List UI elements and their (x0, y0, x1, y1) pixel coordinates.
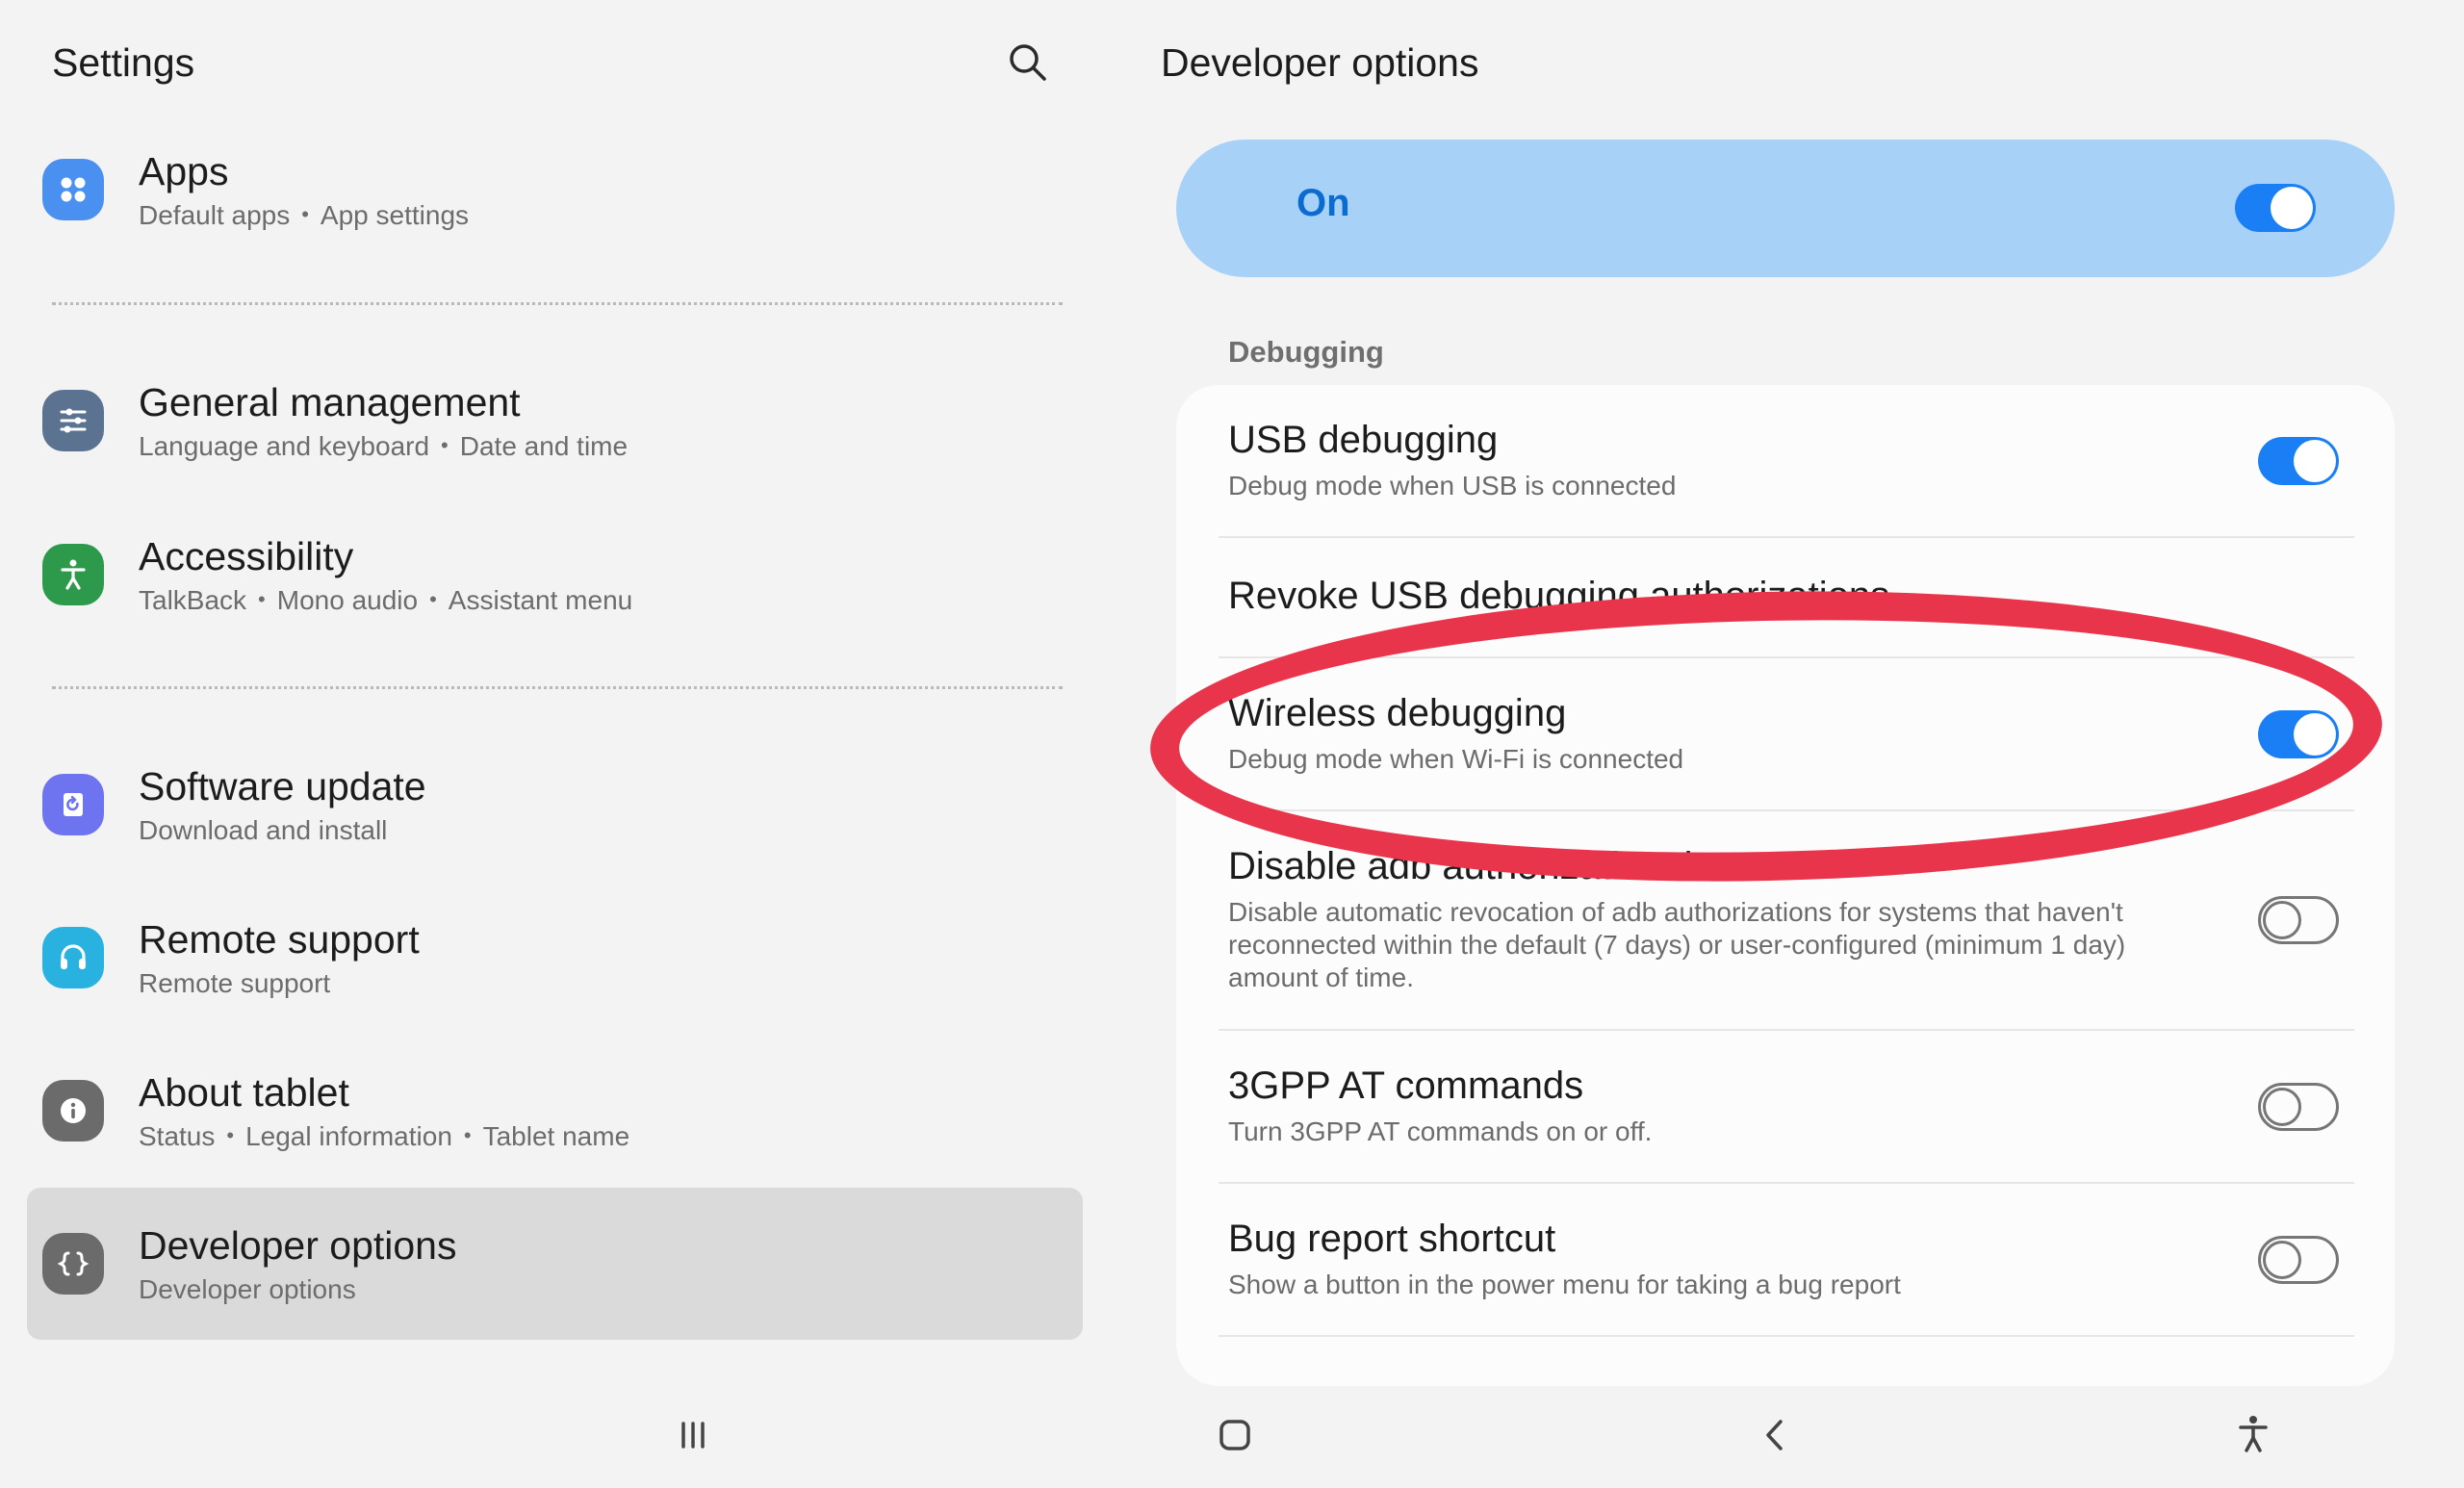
subtitle-part: Language and keyboard (139, 431, 430, 461)
subtitle-part: Date and time (459, 431, 629, 461)
setting-title: Bug report shortcut (1228, 1218, 1556, 1260)
settings-header: Settings (52, 27, 1084, 98)
search-icon (1010, 44, 1046, 81)
search-button[interactable] (1004, 38, 1052, 87)
disable-adb-timeout-toggle[interactable] (2258, 896, 2339, 944)
back-icon (1766, 1420, 1783, 1450)
bullet-separator: • (258, 587, 266, 611)
setting-usb-debugging[interactable]: USB debugging Debug mode when USB is con… (1176, 385, 2395, 536)
subtitle-part: TalkBack (139, 585, 247, 615)
accessibility-icon (42, 544, 104, 605)
menu-item-subtitle: Remote support (139, 968, 330, 999)
subtitle-part: Status (139, 1121, 216, 1151)
setting-subtitle: Debug mode when Wi-Fi is connected (1228, 744, 1684, 774)
menu-item-software-update[interactable]: Software update Download and install (27, 729, 1083, 881)
row-divider (1219, 1335, 2354, 1337)
3gpp-at-commands-toggle[interactable] (2258, 1083, 2339, 1131)
home-button[interactable] (1201, 1401, 1269, 1469)
setting-bug-report-shortcut[interactable]: Bug report shortcut Show a button in the… (1176, 1184, 2395, 1335)
home-icon (1219, 1420, 1250, 1450)
menu-item-remote-support[interactable]: Remote support Remote support (27, 882, 1083, 1034)
headset-icon (42, 927, 104, 988)
menu-item-subtitle: TalkBack • Mono audio • Assistant menu (139, 585, 632, 616)
menu-item-apps[interactable]: Apps Default apps • App settings (27, 114, 1083, 266)
toggle-knob (2263, 1241, 2301, 1279)
menu-item-title: Accessibility (139, 534, 354, 578)
menu-item-subtitle: Developer options (139, 1274, 356, 1305)
developer-options-pane: Developer options On Debugging USB debug… (1107, 0, 2464, 1386)
menu-item-title: General management (139, 380, 521, 424)
setting-wireless-debugging[interactable]: Wireless debugging Debug mode when Wi-Fi… (1176, 658, 2395, 809)
menu-item-subtitle: Language and keyboard • Date and time (139, 431, 628, 462)
setting-title: USB debugging (1228, 419, 1499, 461)
master-switch-label: On (1296, 182, 1350, 224)
setting-title: Disable adb authorization timeout (1228, 845, 1800, 887)
section-header-debugging: Debugging (1228, 335, 1384, 369)
bullet-separator: • (301, 202, 309, 226)
menu-item-subtitle: Default apps • App settings (139, 200, 469, 231)
setting-title: Revoke USB debugging authorizations (1228, 575, 1890, 617)
accessibility-shortcut-icon (2239, 1416, 2268, 1452)
bug-report-shortcut-toggle[interactable] (2258, 1236, 2339, 1284)
accessibility-shortcut-button[interactable] (2220, 1401, 2287, 1469)
menu-item-title: Remote support (139, 917, 420, 962)
toggle-knob (2271, 187, 2313, 229)
menu-item-general-management[interactable]: General management Language and keyboard… (27, 345, 1083, 497)
setting-subtitle: Debug mode when USB is connected (1228, 471, 1677, 500)
menu-item-about-tablet[interactable]: About tablet Status • Legal information • Ta… (27, 1035, 1083, 1187)
setting-title: 3GPP AT commands (1228, 1065, 1584, 1107)
toggle-knob (2294, 713, 2336, 756)
setting-revoke-usb-authorizations[interactable]: Revoke USB debugging authorizations (1176, 538, 2395, 656)
subtitle-part: Remote support (139, 968, 331, 998)
setting-subtitle: Turn 3GPP AT commands on or off. (1228, 1116, 1653, 1146)
developer-options-master-switch[interactable]: On (1176, 140, 2395, 277)
sliders-icon (42, 390, 104, 451)
bullet-separator: • (441, 433, 449, 457)
wireless-debugging-toggle[interactable] (2258, 710, 2339, 758)
bullet-separator: • (226, 1123, 235, 1147)
bullet-separator: • (463, 1123, 472, 1147)
menu-item-title: Software update (139, 764, 426, 808)
toggle-knob (2263, 901, 2301, 939)
setting-disable-adb-auth-timeout[interactable]: Disable adb authorization timeout Disabl… (1176, 811, 2395, 1029)
master-toggle[interactable] (2235, 184, 2316, 232)
group-divider (52, 302, 1063, 305)
subtitle-part: Download and install (139, 815, 388, 845)
subtitle-part: Tablet name (482, 1121, 630, 1151)
toggle-knob (2294, 440, 2336, 482)
debugging-card: USB debugging Debug mode when USB is con… (1176, 385, 2395, 1386)
page-title: Settings (52, 40, 195, 85)
subtitle-part: Legal information (245, 1121, 452, 1151)
bullet-separator: • (429, 587, 437, 611)
menu-item-developer-options[interactable]: Developer options Developer options (27, 1188, 1083, 1340)
subtitle-part: Assistant menu (448, 585, 633, 615)
settings-pane: Settings Apps Default apps • App settings … (0, 0, 1107, 1386)
subtitle-part: App settings (320, 200, 470, 230)
menu-item-subtitle: Download and install (139, 815, 387, 846)
setting-title: Wireless debugging (1228, 692, 1567, 734)
group-divider (52, 686, 1063, 689)
back-button[interactable] (1742, 1401, 1810, 1469)
setting-subtitle: Disable automatic revocation of adb auth… (1228, 897, 2126, 992)
subtitle-part: Developer options (139, 1274, 356, 1304)
setting-subtitle: Show a button in the power menu for taki… (1228, 1270, 1901, 1299)
menu-item-accessibility[interactable]: Accessibility TalkBack • Mono audio • Assist… (27, 499, 1083, 651)
recent-apps-icon (681, 1422, 705, 1449)
subtitle-part: Default apps (139, 200, 291, 230)
recent-apps-button[interactable] (659, 1401, 727, 1469)
software-update-icon (42, 774, 104, 835)
menu-item-title: Developer options (139, 1223, 457, 1268)
menu-item-title: Apps (139, 149, 229, 193)
menu-item-title: About tablet (139, 1070, 349, 1115)
menu-item-subtitle: Status • Legal information • Tablet name (139, 1121, 629, 1152)
apps-icon (42, 159, 104, 220)
system-navigation-bar (0, 1386, 2464, 1488)
toggle-knob (2263, 1088, 2301, 1126)
page-title: Developer options (1161, 40, 1479, 85)
braces-icon (42, 1233, 104, 1295)
setting-3gpp-at-commands[interactable]: 3GPP AT commands Turn 3GPP AT commands o… (1176, 1031, 2395, 1182)
subtitle-part: Mono audio (276, 585, 419, 615)
info-icon (42, 1080, 104, 1142)
usb-debugging-toggle[interactable] (2258, 437, 2339, 485)
